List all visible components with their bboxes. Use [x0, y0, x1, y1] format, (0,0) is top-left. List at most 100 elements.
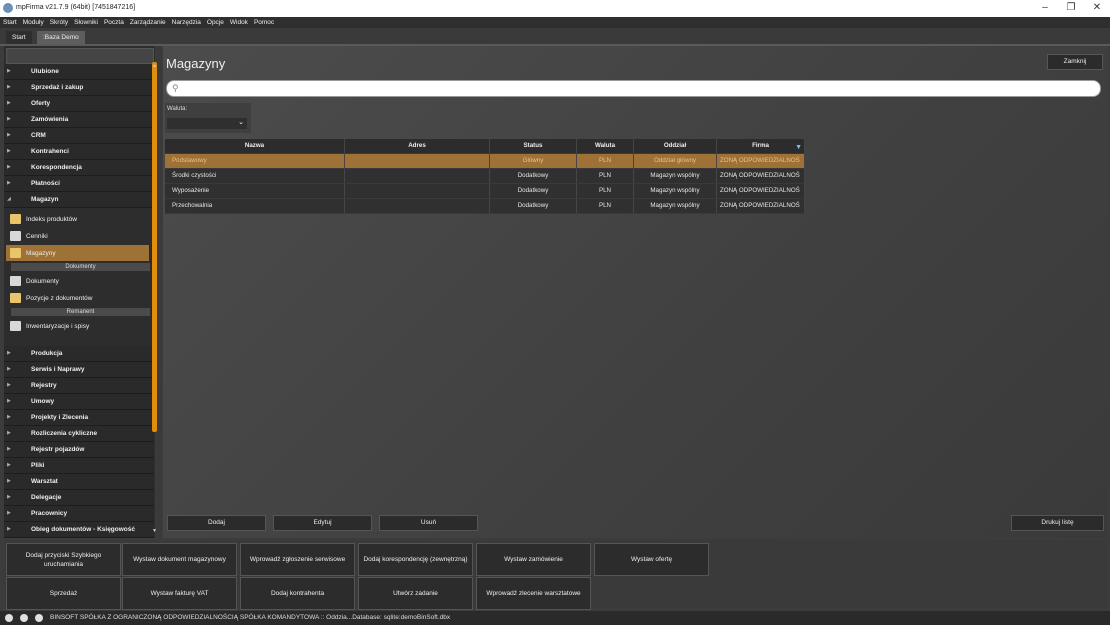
- sidebar-header-rozliczenia[interactable]: ▶ Rozliczenia cykliczne: [4, 426, 154, 442]
- edit-button[interactable]: Edytuj: [273, 515, 372, 531]
- collapsed-arrow-icon: ▶: [7, 430, 11, 436]
- column-header-nazwa[interactable]: Nazwa: [165, 139, 345, 153]
- cell-waluta: PLN: [577, 154, 634, 168]
- sidebar-item-magazyny[interactable]: Magazyny: [6, 245, 149, 261]
- menu-widok[interactable]: Widok: [227, 17, 251, 28]
- add-contractor-button[interactable]: Dodaj kontrahenta: [240, 577, 355, 610]
- close-view-button[interactable]: Zamknij: [1047, 54, 1103, 70]
- sidebar-header-produkcja[interactable]: ▶ Produkcja: [4, 346, 154, 362]
- table-row[interactable]: Przechowalnia Dodatkowy PLN Magazyn wspó…: [165, 199, 805, 214]
- issue-warehouse-document-button[interactable]: Wystaw dokument magazynowy: [122, 543, 237, 576]
- chevron-down-icon: ⌄: [238, 119, 244, 126]
- column-header-label: Firma: [752, 142, 769, 149]
- table-row[interactable]: Podstawowy Główny PLN Oddział główny ZON…: [165, 154, 805, 169]
- print-list-button[interactable]: Drukuj listę: [1011, 515, 1104, 531]
- app-icon: [3, 3, 13, 13]
- workshop-order-button[interactable]: Wprowadź zlecenie warsztatowe: [476, 577, 591, 610]
- collapsed-arrow-icon: ▶: [7, 446, 11, 452]
- menu-moduly[interactable]: Moduły: [20, 17, 47, 28]
- sidebar-subheader-remanent: Remanent: [11, 308, 150, 316]
- sidebar-header-serwis[interactable]: ▶ Serwis i Naprawy: [4, 362, 154, 378]
- collapsed-arrow-icon: ▶: [7, 526, 11, 532]
- inventory-icon: [10, 321, 21, 331]
- sidebar-header-platnosci[interactable]: ▶ Płatności: [4, 176, 154, 192]
- add-quick-buttons-button[interactable]: Dodaj przyciski Szybkiego uruchamiania: [6, 543, 121, 576]
- column-header-adres[interactable]: Adres: [345, 139, 490, 153]
- sidebar-header-label: Pliki: [31, 462, 45, 469]
- cell-adres: [345, 199, 490, 213]
- column-header-firma[interactable]: Firma ▼: [717, 139, 805, 153]
- panel-splitter[interactable]: [157, 46, 162, 538]
- menu-start[interactable]: Start: [0, 17, 20, 28]
- issue-offer-button[interactable]: Wystaw ofertę: [594, 543, 709, 576]
- create-task-button[interactable]: Utwórz zadanie: [358, 577, 473, 610]
- collapsed-arrow-icon: ▶: [7, 68, 11, 74]
- delete-button[interactable]: Usuń: [379, 515, 478, 531]
- column-header-oddzial[interactable]: Oddział: [634, 139, 717, 153]
- sidebar-header-warsztat[interactable]: ▶ Warsztat: [4, 474, 154, 490]
- sidebar-search[interactable]: [6, 48, 154, 64]
- expanded-arrow-icon: ◢: [7, 196, 11, 202]
- menu-skroty[interactable]: Skróty: [47, 17, 71, 28]
- sidebar-header-ulubione[interactable]: ▶ Ulubione: [4, 64, 154, 80]
- table-row[interactable]: Wyposażenie Dodatkowy PLN Magazyn wspóln…: [165, 184, 805, 199]
- sidebar-item-label: Indeks produktów: [26, 216, 77, 223]
- sidebar-header-delegacje[interactable]: ▶ Delegacje: [4, 490, 154, 506]
- sidebar-item-dokumenty[interactable]: Dokumenty: [6, 273, 149, 289]
- sidebar-header-label: Delegacje: [31, 494, 62, 501]
- sidebar-header-rejestr-pojazdow[interactable]: ▶ Rejestr pojazdów: [4, 442, 154, 458]
- menu-opcje[interactable]: Opcje: [204, 17, 227, 28]
- sidebar-header-oferty[interactable]: ▶ Oferty: [4, 96, 154, 112]
- sidebar-header-label: Rozliczenia cykliczne: [31, 430, 98, 437]
- currency-select[interactable]: ⌄: [167, 118, 247, 129]
- close-window-button[interactable]: ✕: [1082, 0, 1110, 17]
- add-button[interactable]: Dodaj: [167, 515, 266, 531]
- sidebar-header-kontrahenci[interactable]: ▶ Kontrahenci: [4, 144, 154, 160]
- sidebar-header-rejestry[interactable]: ▶ Rejestry: [4, 378, 154, 394]
- table-header: Nazwa Adres Status Waluta Oddział Firma ▼: [165, 139, 805, 154]
- issue-vat-invoice-button[interactable]: Wystaw fakturę VAT: [122, 577, 237, 610]
- column-header-waluta[interactable]: Waluta: [577, 139, 634, 153]
- column-header-status[interactable]: Status: [490, 139, 577, 153]
- menu-pomoc[interactable]: Pomoc: [251, 17, 277, 28]
- sidebar-item-pozycje[interactable]: Pozycje z dokumentów: [6, 290, 149, 306]
- service-request-button[interactable]: Wprowadź zgłoszenie serwisowe: [240, 543, 355, 576]
- menu-narzedzia[interactable]: Narzędzia: [169, 17, 204, 28]
- menu-poczta[interactable]: Poczta: [101, 17, 127, 28]
- sidebar-header-umowy[interactable]: ▶ Umowy: [4, 394, 154, 410]
- menu-slowniki[interactable]: Słowniki: [71, 17, 101, 28]
- collapsed-arrow-icon: ▶: [7, 100, 11, 106]
- cell-nazwa: Wyposażenie: [165, 184, 345, 198]
- sidebar-header-obieg[interactable]: ▶ Obieg dokumentów - Księgowość: [4, 522, 154, 538]
- sidebar-header-magazyn[interactable]: ◢ Magazyn: [4, 192, 154, 208]
- sidebar-item-inwentaryzacje[interactable]: Inwentaryzacje i spisy: [6, 318, 149, 334]
- sidebar-header-zamowienia[interactable]: ▶ Zamówienia: [4, 112, 154, 128]
- filter-icon[interactable]: ▼: [795, 141, 802, 153]
- sidebar-item-label: Dokumenty: [26, 278, 59, 285]
- collapsed-arrow-icon: ▶: [7, 84, 11, 90]
- cell-oddzial: Magazyn wspólny: [634, 184, 717, 198]
- sidebar-item-cenniki[interactable]: Cenniki: [6, 228, 149, 244]
- main-panel: Magazyny Zamknij ⚲ Waluta: ⌄ Nazwa Adres…: [163, 46, 1108, 538]
- sidebar-header-pliki[interactable]: ▶ Pliki: [4, 458, 154, 474]
- sidebar-header-korespondencja[interactable]: ▶ Korespondencja: [4, 160, 154, 176]
- collapsed-arrow-icon: ▶: [7, 462, 11, 468]
- sidebar-header-label: Sprzedaż i zakup: [31, 84, 84, 91]
- table-row[interactable]: Środki czystości Dodatkowy PLN Magazyn w…: [165, 169, 805, 184]
- sales-button[interactable]: Sprzedaż: [6, 577, 121, 610]
- sidebar-header-projekty[interactable]: ▶ Projekty i Zlecenia: [4, 410, 154, 426]
- sidebar-header-crm[interactable]: ▶ CRM: [4, 128, 154, 144]
- menu-zarzadzanie[interactable]: Zarządzanie: [127, 17, 169, 28]
- search-input[interactable]: [185, 82, 1089, 96]
- document-icon: [10, 276, 21, 286]
- tab-start[interactable]: Start: [6, 31, 32, 44]
- sidebar-header-label: Warsztat: [31, 478, 58, 485]
- sidebar-header-label: Płatności: [31, 180, 60, 187]
- sidebar-header-pracownicy[interactable]: ▶ Pracownicy: [4, 506, 154, 522]
- tab-baza-demo[interactable]: :Baza Demo: [37, 31, 85, 44]
- sidebar-header-sprzedaz[interactable]: ▶ Sprzedaż i zakup: [4, 80, 154, 96]
- collapsed-arrow-icon: ▶: [7, 350, 11, 356]
- add-correspondence-button[interactable]: Dodaj korespondencję (zewnętrzną): [358, 543, 473, 576]
- sidebar-item-indeks-produktow[interactable]: Indeks produktów: [6, 211, 149, 227]
- issue-order-button[interactable]: Wystaw zamówienie: [476, 543, 591, 576]
